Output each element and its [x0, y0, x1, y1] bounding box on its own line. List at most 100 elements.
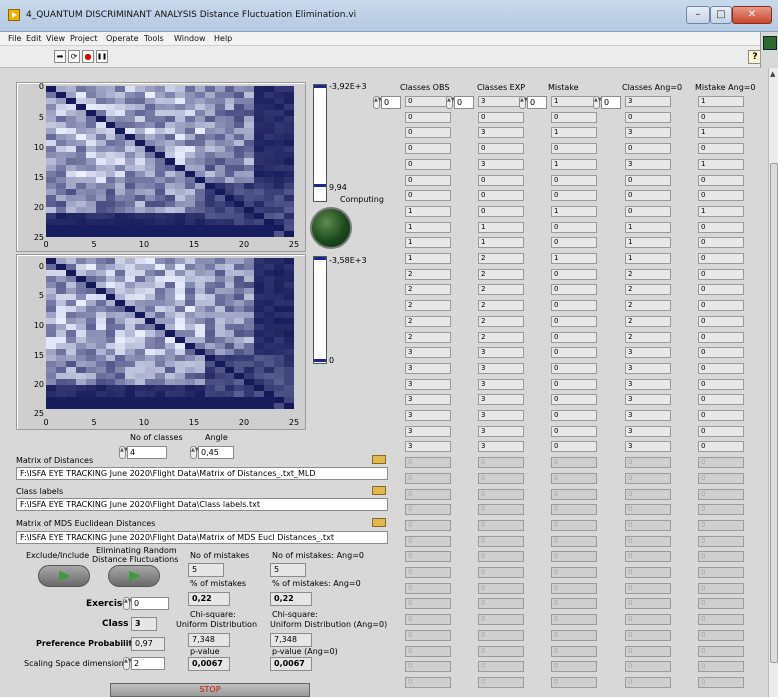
heatmap-cell: [274, 230, 285, 238]
y-tick: 20: [33, 380, 44, 389]
menu-file[interactable]: File: [8, 34, 21, 43]
no-of-classes-spinner[interactable]: ▲▼: [119, 446, 128, 459]
intensity-graph-2[interactable]: [46, 258, 295, 410]
array-index-spinner[interactable]: ▲▼: [519, 96, 528, 109]
array-element: 0: [551, 472, 597, 484]
array-element: 0: [698, 237, 744, 249]
array-element: 2: [405, 315, 451, 327]
heatmap-cell: [274, 402, 285, 410]
stop-button[interactable]: STOP: [110, 683, 310, 697]
minimize-button[interactable]: –: [686, 6, 710, 24]
array-index-input[interactable]: 0: [454, 96, 474, 109]
array-index-spinner[interactable]: ▲▼: [446, 96, 455, 109]
close-button[interactable]: ✕: [732, 6, 772, 24]
heatmap-cell: [284, 402, 295, 410]
array-element: 1: [551, 96, 597, 107]
array-element: 3: [625, 394, 671, 406]
array-index-input[interactable]: 0: [381, 96, 401, 109]
browse-folder-icon[interactable]: [372, 455, 386, 464]
array-element: 0: [405, 174, 451, 186]
array-element: 2: [478, 315, 524, 327]
array-element: 0: [625, 598, 671, 610]
scaling-input[interactable]: 2: [131, 657, 165, 670]
no-of-classes-input[interactable]: 4: [127, 446, 167, 459]
menu-help[interactable]: Help: [214, 34, 232, 43]
array-element: 0: [478, 472, 524, 484]
x-tick: 25: [288, 240, 300, 249]
mds-distances-path[interactable]: F:\ISFA EYE TRACKING June 2020\Flight Da…: [16, 531, 388, 544]
column-header: Classes EXP: [477, 83, 526, 92]
heatmap-cell: [105, 402, 116, 410]
exercise-spinner[interactable]: ▲▼: [123, 597, 132, 610]
array-element: 0: [698, 221, 744, 233]
array-element: 2: [625, 300, 671, 312]
array-index-input[interactable]: 0: [601, 96, 621, 109]
array-element: 2: [405, 331, 451, 343]
heatmap-cell: [46, 402, 57, 410]
intensity-graph-1[interactable]: [46, 86, 295, 238]
array-element: 3: [478, 362, 524, 374]
y-tick: 15: [33, 351, 44, 360]
eliminating-label-1: Eliminating Random: [96, 546, 177, 555]
heatmap-cell: [214, 230, 226, 238]
array-element: 0: [698, 300, 744, 312]
pct-mistakes-ang-label: % of mistakes: Ang=0: [272, 579, 361, 588]
pause-icon[interactable]: ❚❚: [96, 50, 108, 63]
column-header: Mistake: [548, 83, 579, 92]
browse-folder-icon[interactable]: [372, 486, 386, 495]
array-element: 1: [551, 253, 597, 264]
array-index-spinner[interactable]: ▲▼: [373, 96, 382, 109]
array-element: 3: [625, 441, 671, 453]
menu-bar: File Edit View Project Operate Tools Win…: [0, 32, 778, 46]
angle-spinner[interactable]: ▲▼: [190, 446, 199, 459]
array-element: 0: [698, 394, 744, 406]
menu-view[interactable]: View: [46, 34, 65, 43]
run-arrow-icon[interactable]: ➡: [54, 50, 66, 63]
menu-edit[interactable]: Edit: [26, 34, 42, 43]
ramp-1-min-label: 9,94: [329, 183, 347, 192]
menu-window[interactable]: Window: [174, 34, 206, 43]
array-element: 3: [478, 378, 524, 390]
array-element: 0: [698, 614, 744, 626]
heatmap-cell: [125, 230, 136, 238]
chi-square-ang-indicator: 7,348: [270, 633, 312, 647]
array-element: 3: [625, 347, 671, 359]
maximize-button[interactable]: □: [710, 6, 732, 24]
p-value-indicator: 0,0067: [188, 657, 230, 671]
menu-project[interactable]: Project: [70, 34, 97, 43]
array-element: 0: [478, 645, 524, 657]
array-element: 0: [698, 472, 744, 484]
vertical-scrollbar[interactable]: ▲: [768, 68, 778, 697]
menu-tools[interactable]: Tools: [144, 34, 164, 43]
exclude-include-toggle[interactable]: [38, 565, 90, 587]
eliminating-label-2: Distance Fluctuations: [92, 555, 179, 564]
angle-input[interactable]: 0,45: [198, 446, 234, 459]
menu-operate[interactable]: Operate: [106, 34, 139, 43]
scroll-up-icon[interactable]: ▲: [770, 70, 775, 78]
array-element: 3: [405, 378, 451, 390]
abort-execution-icon[interactable]: ●: [82, 50, 94, 63]
run-continuously-icon[interactable]: ⟳: [68, 50, 80, 63]
heatmap-cell: [155, 230, 166, 238]
heatmap-cell: [264, 402, 275, 410]
heatmap-cell: [254, 230, 265, 238]
heatmap-cell: [184, 402, 196, 410]
matrix-distances-path[interactable]: F:\ISFA EYE TRACKING June 2020\Flight Da…: [16, 467, 388, 480]
array-element: 2: [625, 331, 671, 343]
array-element: 0: [478, 614, 524, 626]
ramp-1-marker-bottom: [314, 184, 326, 187]
array-element: 3: [625, 362, 671, 374]
scrollbar-thumb[interactable]: [770, 163, 778, 663]
exercise-input[interactable]: 0: [131, 597, 169, 610]
array-element: 1: [625, 221, 671, 233]
heatmap-cell: [264, 230, 275, 238]
array-element: 0: [698, 629, 744, 641]
array-element: 0: [478, 567, 524, 578]
array-element: 0: [698, 582, 744, 594]
array-index-input[interactable]: 0: [527, 96, 547, 109]
scaling-spinner[interactable]: ▲▼: [123, 657, 132, 670]
eliminate-fluctuations-toggle[interactable]: [108, 565, 160, 587]
class-labels-path[interactable]: F:\ISFA EYE TRACKING June 2020\Flight Da…: [16, 498, 388, 511]
browse-folder-icon[interactable]: [372, 518, 386, 527]
array-index-spinner[interactable]: ▲▼: [593, 96, 602, 109]
